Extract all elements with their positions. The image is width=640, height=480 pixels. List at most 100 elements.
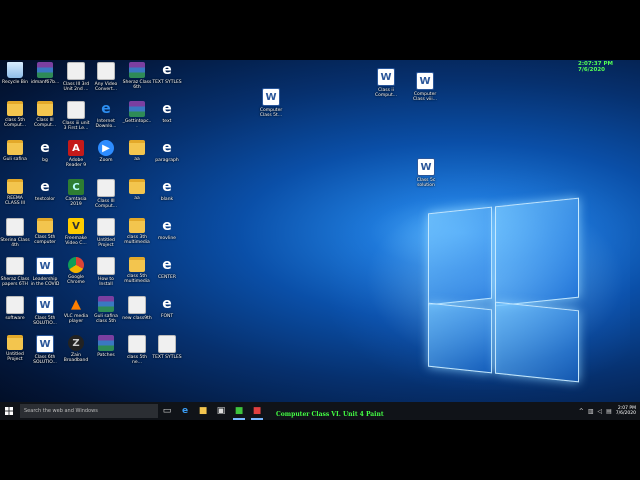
desktop-icon[interactable]: ▲ VLC media player	[61, 296, 91, 325]
desktop-icon-label: paragraph	[155, 158, 179, 163]
desktop-icon[interactable]: W Class 5th SOLUTIO...	[30, 296, 60, 327]
desktop-icon[interactable]: How to Install	[91, 257, 121, 288]
desktop-icon-label: Google Chrome	[67, 275, 85, 286]
desktop-icon[interactable]: Untitled Project	[91, 218, 121, 249]
desktop-icon-label: Untitled Project	[97, 238, 115, 249]
desktop-icon-label: Class 5th computer	[34, 235, 56, 246]
edge-icon: e	[40, 179, 50, 195]
volume-icon[interactable]: ◁	[597, 408, 602, 415]
desktop-icon[interactable]: e CENTER	[152, 257, 182, 280]
desktop-icon[interactable]: Z Zain Broadband	[61, 335, 91, 364]
desktop-icon[interactable]: e textcolor	[30, 179, 60, 202]
desktop-icon[interactable]: new class9th	[122, 296, 152, 321]
desktop-icon[interactable]: class 5th ne...	[122, 335, 152, 366]
folder-icon	[129, 179, 145, 194]
desktop-icon[interactable]: Class iii unit 3 First Le...	[61, 101, 91, 132]
desktop-icon-label: class 5th multimedia	[124, 274, 150, 285]
network-icon[interactable]: ▥	[588, 408, 594, 415]
rar-icon	[129, 101, 145, 117]
taskbar-clock[interactable]: 2:07 PM 7/6/2020	[616, 406, 636, 417]
desktop-icon[interactable]: Google Chrome	[61, 257, 91, 286]
taskbar-store[interactable]: ▣	[212, 402, 230, 420]
edge-icon: e	[162, 62, 172, 78]
desktop-icon[interactable]: e bg	[30, 140, 60, 163]
desktop-icon-label: bg	[42, 158, 48, 163]
search-placeholder: Search the web and Windows	[24, 408, 98, 414]
task-view-icon: ▭	[162, 406, 172, 416]
desktop-icon[interactable]: W Class 5c solution	[411, 158, 441, 189]
desktop-icon[interactable]: TEXT SYTLES	[152, 335, 182, 360]
desktop-icon[interactable]: Class III Comput...	[91, 179, 121, 210]
store-icon: ▣	[216, 406, 226, 416]
zoom-icon: ▶	[98, 140, 114, 156]
chevron-up-icon[interactable]: ^	[579, 408, 584, 415]
desktop-icon[interactable]: e movline	[152, 218, 182, 241]
desktop-icon[interactable]: Sterina Class 4th	[0, 218, 30, 249]
desktop-icon[interactable]: A Adobe Reader 9	[61, 140, 91, 169]
file-icon	[6, 218, 24, 236]
desktop-icon[interactable]: e blank	[152, 179, 182, 202]
desktop-icon[interactable]: aa	[122, 140, 152, 162]
desktop-icon[interactable]: Patches	[91, 335, 121, 358]
desktop-icon[interactable]: class 5th Comput...	[0, 101, 30, 129]
desktop-icon-label: class 5th ne...	[126, 355, 148, 366]
desktop-icon[interactable]: REEMA CLASS III	[0, 179, 30, 207]
desktop-icon[interactable]: e paragraph	[152, 140, 182, 163]
desktop-icon[interactable]: Guli safina class 5th	[91, 296, 121, 325]
desktop-icon[interactable]: class 3th multimedia	[122, 218, 152, 246]
desktop-icon[interactable]: _Gettintopc...	[122, 101, 152, 130]
desktop-icon[interactable]: W Computer Class viii...	[410, 72, 440, 103]
desktop-icon[interactable]: Guli safina	[0, 140, 30, 162]
desktop-icon-label: Camtasia 2019	[65, 197, 87, 208]
desktop-icon[interactable]: idmanf67b...	[30, 62, 60, 85]
desktop-icon[interactable]: V Freemake Video C...	[61, 218, 91, 247]
file-icon	[128, 296, 146, 314]
start-button[interactable]	[0, 402, 18, 420]
notification-icon[interactable]: ▤	[606, 408, 612, 415]
desktop-icon[interactable]: Class III 3rd Unit 2nd ...	[61, 62, 91, 93]
desktop-icon[interactable]: W Computer Class 5t...	[256, 88, 286, 119]
desktop-icon[interactable]: Sheraz Class 6th	[122, 62, 152, 91]
task-view-button[interactable]: ▭	[158, 402, 176, 420]
video-title-overlay: Computer Class VI. Unit 4 Paint	[276, 411, 384, 418]
folder-icon	[37, 101, 53, 116]
desktop-icon[interactable]: e text	[152, 101, 182, 124]
desktop-icon-label: REEMA CLASS III	[5, 196, 25, 207]
cam-icon: C	[68, 179, 84, 195]
desktop-icon[interactable]: W Class ii Comput...	[371, 68, 401, 99]
taskbar-file-explorer[interactable]: ■	[194, 402, 212, 420]
edge-icon: e	[162, 296, 172, 312]
desktop-icon[interactable]: Any Video Convert...	[91, 62, 121, 93]
search-box[interactable]: Search the web and Windows	[20, 404, 158, 418]
word-icon: W	[262, 88, 280, 106]
folder-icon	[7, 101, 23, 116]
desktop-icon[interactable]: W Leadership in the COVID	[30, 257, 60, 288]
desktop-icon[interactable]: aa	[122, 179, 152, 201]
rar-icon	[98, 296, 114, 312]
taskbar-edge[interactable]: e	[176, 402, 194, 420]
desktop-icon-label: Class III 3rd Unit 2nd ...	[62, 82, 90, 93]
desktop-icon[interactable]: Untitled Project	[0, 335, 30, 363]
taskbar-camtasia[interactable]: ■	[230, 402, 248, 420]
desktop-icon[interactable]: Recycle Bin	[0, 62, 30, 85]
edge-icon: e	[162, 179, 172, 195]
desktop-icon[interactable]: C Camtasia 2019	[61, 179, 91, 208]
desktop-icon[interactable]: ▶ Zoom	[91, 140, 121, 163]
desktop-icon[interactable]: class 5th multimedia	[122, 257, 152, 285]
desktop-icon[interactable]: e TEXT SYTLES	[152, 62, 182, 85]
desktop-icon[interactable]: Sheraz Class papers 6TH	[0, 257, 30, 288]
desktop-icon[interactable]: W Class 6th SOLUTIO...	[30, 335, 60, 366]
desktop-icon[interactable]: Class III Comput...	[30, 101, 60, 129]
desktop-icon-label: Class III Comput...	[33, 118, 57, 129]
desktop-icon-label: Class III Comput...	[94, 199, 118, 210]
desktop[interactable]: Recycle Bin idmanf67b... Class III 3rd Uni…	[0, 60, 640, 420]
desktop-icon-label: Zoom	[99, 158, 113, 163]
desktop-icon[interactable]: e Internet Downlo...	[91, 101, 121, 130]
taskbar-camtasia-recorder[interactable]: ■	[248, 402, 266, 420]
pdf-icon: A	[68, 140, 84, 156]
desktop-icon[interactable]: software	[0, 296, 30, 321]
desktop-icon[interactable]: e FONT	[152, 296, 182, 319]
desktop-icon[interactable]: Class 5th computer	[30, 218, 60, 246]
word-icon: W	[417, 158, 435, 176]
file-icon	[67, 62, 85, 80]
